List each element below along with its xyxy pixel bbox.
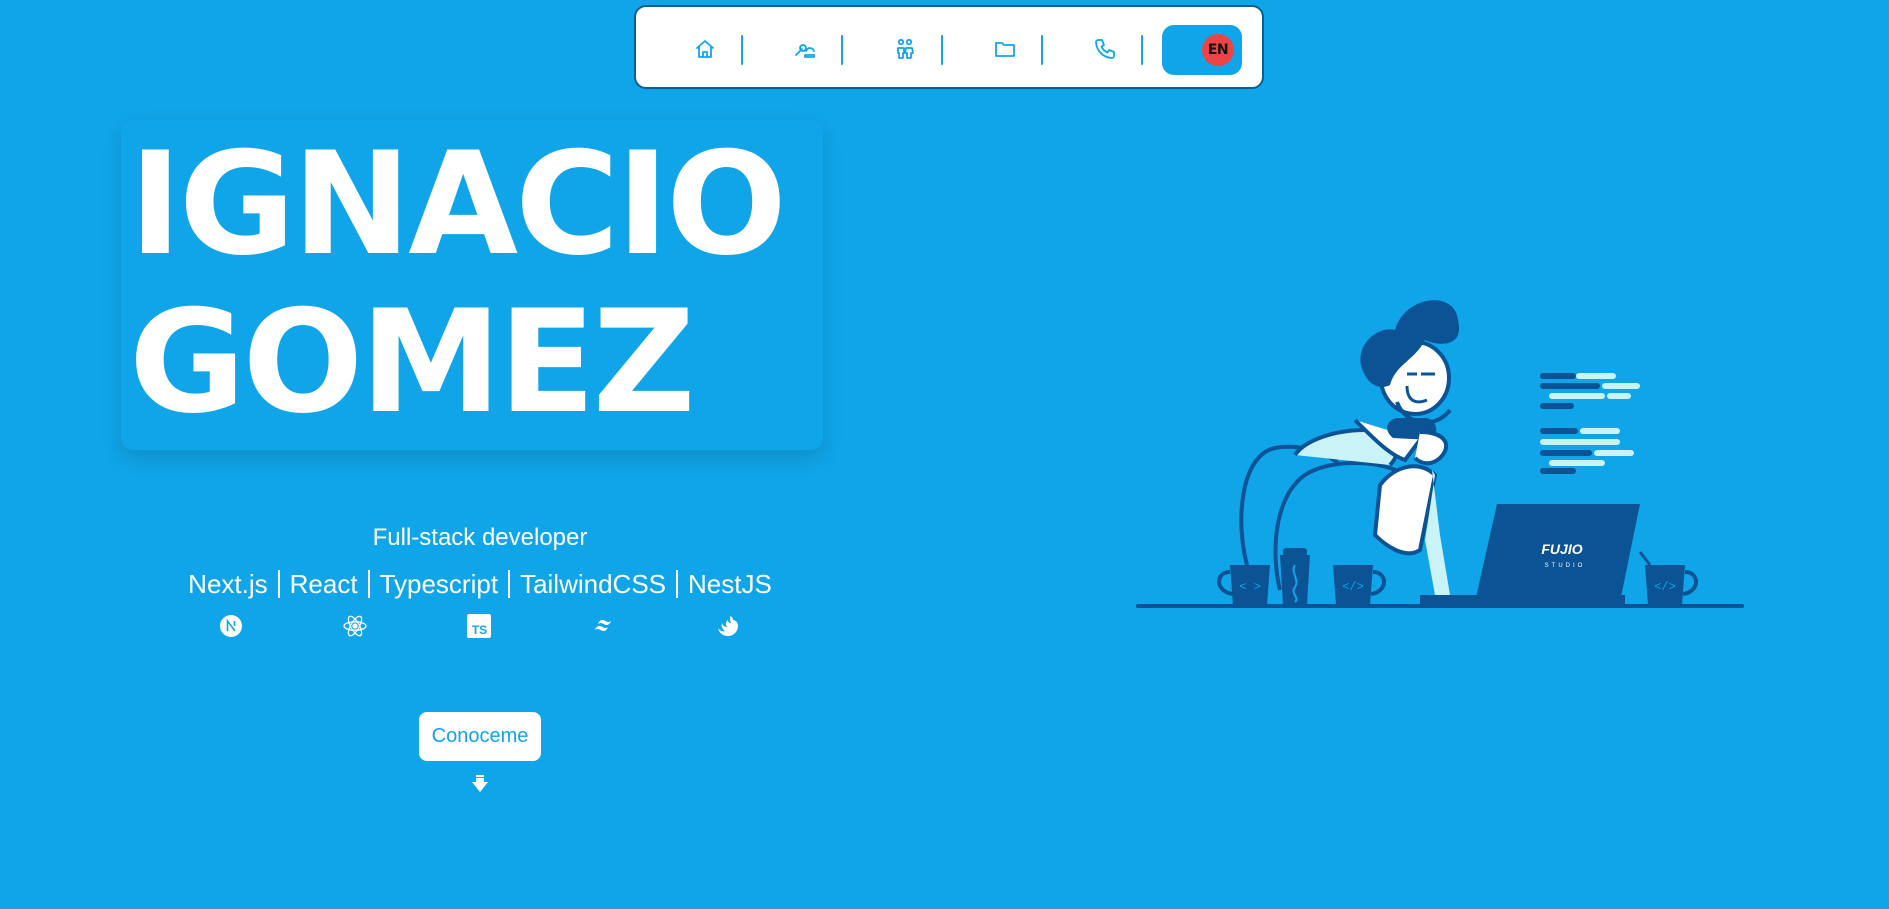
language-label: EN bbox=[1202, 34, 1234, 66]
nav-divider bbox=[1141, 35, 1143, 65]
nav-divider bbox=[841, 35, 843, 65]
cta-button[interactable]: Conoceme bbox=[419, 712, 541, 761]
nav-about-icon[interactable] bbox=[891, 35, 919, 63]
svg-text:< >: < > bbox=[1239, 580, 1261, 594]
svg-text:TS: TS bbox=[472, 623, 487, 637]
language-toggle[interactable]: EN bbox=[1162, 25, 1242, 75]
tailwind-icon bbox=[592, 614, 616, 638]
nav-projects-icon[interactable] bbox=[991, 35, 1019, 63]
svg-text:FUJIO: FUJIO bbox=[1541, 541, 1582, 557]
svg-text:STUDIO: STUDIO bbox=[1545, 563, 1586, 569]
stack-divider bbox=[367, 570, 370, 598]
tech-stack-list: Next.js React Typescript TailwindCSS NestJS bbox=[130, 569, 830, 600]
svg-text:</>: </> bbox=[1654, 580, 1676, 594]
stack-divider bbox=[277, 570, 280, 598]
developer-illustration: FUJIO STUDIO < > </> </> bbox=[1136, 300, 1744, 608]
nextjs-icon bbox=[219, 614, 243, 638]
arrow-down-icon[interactable] bbox=[471, 774, 489, 794]
hero-first-name: IGNACIO bbox=[129, 122, 787, 287]
tech-stack-item: Next.js bbox=[188, 569, 268, 599]
hero-role: Full-stack developer bbox=[372, 524, 588, 551]
svg-text:</>: </> bbox=[1342, 580, 1364, 594]
nav-divider bbox=[1041, 35, 1043, 65]
stack-divider bbox=[508, 570, 511, 598]
hero-last-name: GOMEZ bbox=[129, 280, 696, 445]
tech-stack-item: NestJS bbox=[688, 569, 772, 599]
react-icon bbox=[343, 614, 367, 638]
stack-divider bbox=[676, 570, 679, 598]
nav-contact-icon[interactable] bbox=[1091, 35, 1119, 63]
typescript-icon: TS bbox=[467, 614, 491, 638]
nav-divider bbox=[941, 35, 943, 65]
nav-skills-icon[interactable] bbox=[791, 35, 819, 63]
tech-stack-item: Typescript bbox=[379, 569, 499, 599]
nav-home-icon[interactable] bbox=[691, 35, 719, 63]
tech-stack-item: TailwindCSS bbox=[520, 569, 667, 599]
tech-stack-item: React bbox=[289, 569, 358, 599]
hero-name-card: IGNACIO GOMEZ bbox=[121, 120, 823, 450]
top-navbar: EN bbox=[634, 5, 1264, 89]
nestjs-icon bbox=[716, 614, 740, 638]
nav-divider bbox=[741, 35, 743, 65]
